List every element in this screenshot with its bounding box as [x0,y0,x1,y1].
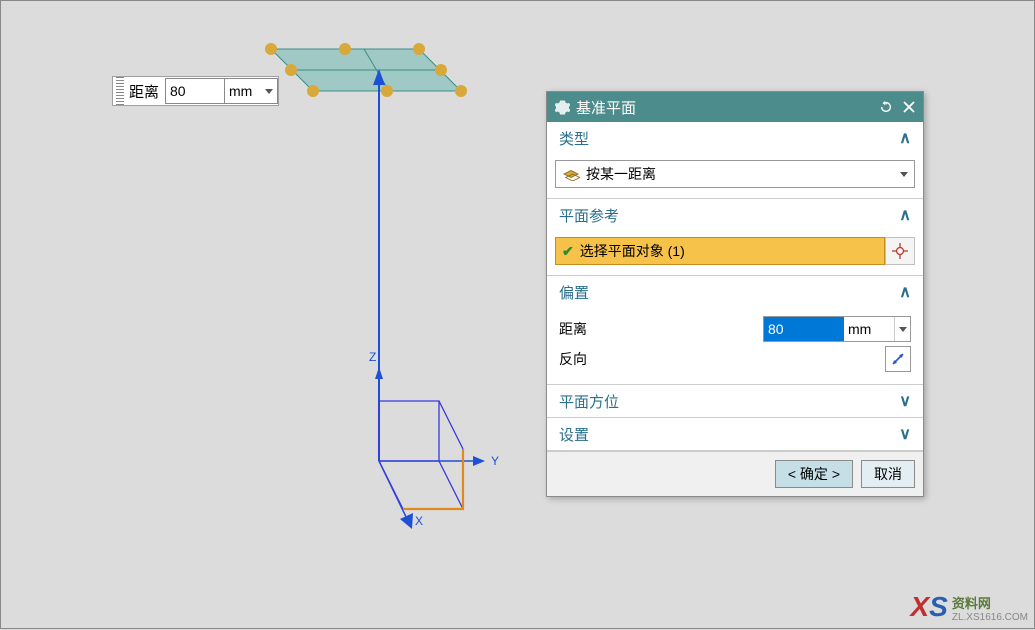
chevron-up-icon: ∧ [899,205,911,225]
selection-target-button[interactable] [885,237,915,265]
offset-distance-input-group: mm [763,316,911,342]
cancel-button[interactable]: 取消 [861,460,915,488]
watermark-url: ZL.XS1616.COM [952,612,1028,623]
offset-distance-unit: mm [844,321,894,337]
datum-plane-dialog: 基准平面 类型 ∧ 按某一距离 [546,91,924,497]
axis-z-label: Z [369,350,376,364]
check-icon: ✔ [562,243,574,260]
section-offset: 偏置 ∧ 距离 mm 反向 [547,276,923,385]
reset-icon[interactable] [879,100,893,114]
floating-distance-unit-dropdown[interactable]: mm [224,78,278,104]
floating-distance-input[interactable]: 距离 mm [112,76,279,106]
axis-x-label: X [415,514,423,528]
section-offset-header[interactable]: 偏置 ∧ [547,276,923,308]
section-settings: 设置 ∨ [547,418,923,451]
section-type-header[interactable]: 类型 ∧ [547,122,923,154]
caret-down-icon [265,89,273,94]
drag-grip-icon[interactable] [116,77,124,105]
reverse-direction-button[interactable] [885,346,911,372]
watermark-text: 资料网 [952,596,991,611]
swap-icon [890,351,906,367]
chevron-up-icon: ∧ [899,282,911,302]
gear-icon [555,100,570,115]
dialog-title-text: 基准平面 [576,97,636,118]
offset-reverse-row: 反向 [555,344,915,374]
offset-distance-field[interactable] [764,317,844,341]
chevron-up-icon: ∧ [899,128,911,148]
section-type: 类型 ∧ 按某一距离 [547,122,923,199]
caret-down-icon [899,327,907,332]
offset-distance-stepper[interactable] [894,317,910,341]
selection-plane-object[interactable]: ✔ 选择平面对象 (1) [555,237,885,265]
section-plane-reference: 平面参考 ∧ ✔ 选择平面对象 (1) [547,199,923,276]
dialog-titlebar[interactable]: 基准平面 [547,92,923,122]
watermark-logo: XS [910,591,947,624]
section-orientation: 平面方位 ∨ [547,385,923,418]
dialog-footer: < 确定 > 取消 [547,451,923,496]
ok-button[interactable]: < 确定 > [775,460,853,488]
watermark: XS 资料网 ZL.XS1616.COM [910,591,1028,624]
plane-offset-icon [562,167,580,181]
chevron-down-icon: ∨ [899,424,911,444]
floating-distance-field[interactable] [165,78,225,104]
section-orientation-header[interactable]: 平面方位 ∨ [547,385,923,417]
target-icon [892,243,908,259]
chevron-down-icon: ∨ [899,391,911,411]
section-plane-reference-header[interactable]: 平面参考 ∧ [547,199,923,231]
type-dropdown[interactable]: 按某一距离 [555,160,915,188]
close-icon[interactable] [903,101,915,113]
offset-distance-row: 距离 mm [555,314,915,344]
floating-distance-label: 距离 [127,81,165,102]
caret-down-icon [900,172,908,177]
section-settings-header[interactable]: 设置 ∨ [547,418,923,450]
axis-y-label: Y [491,454,499,468]
